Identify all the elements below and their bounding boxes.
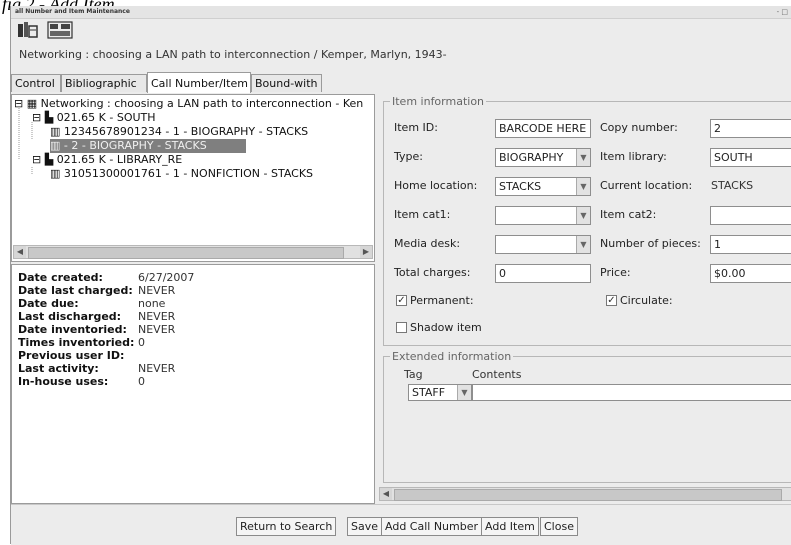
tag-select[interactable]: STAFF ▼ bbox=[408, 384, 472, 401]
shadow-item-label: Shadow item bbox=[410, 321, 482, 334]
copy-number-label: Copy number: bbox=[600, 121, 678, 134]
detail-row: Date created: 6/27/2007 bbox=[18, 271, 195, 284]
tree-node-title[interactable]: ⊟ ▦ Networking : choosing a LAN path to … bbox=[14, 97, 363, 111]
shelf-icon: ▙ bbox=[44, 153, 54, 166]
tree-node-item[interactable]: ▥ 12345678901234 - 1 - BIOGRAPHY - STACK… bbox=[50, 125, 308, 139]
detail-row: Date due: none bbox=[18, 297, 166, 310]
collapse-toggle-icon[interactable]: ⊟ bbox=[14, 97, 23, 110]
tree-node-callnumber[interactable]: ⊟ ▙ 021.65 K - LIBRARY_RE bbox=[32, 153, 182, 167]
type-label: Type: bbox=[394, 150, 423, 163]
item-information-group: Item information Item ID: BARCODE HERE C… bbox=[383, 95, 791, 346]
detail-row: Previous user ID: bbox=[18, 349, 125, 362]
book-icon: ▦ bbox=[26, 97, 38, 110]
add-call-number-button[interactable]: Add Call Number bbox=[381, 517, 483, 536]
tag-column-header: Tag bbox=[404, 368, 423, 381]
home-location-select[interactable]: STACKS ▼ bbox=[495, 177, 591, 196]
current-location-label: Current location: bbox=[600, 179, 693, 192]
detail-row: Last discharged: NEVER bbox=[18, 310, 176, 323]
circulate-label: Circulate: bbox=[620, 294, 673, 307]
item-library-field[interactable]: SOUTH bbox=[710, 148, 791, 167]
contents-field[interactable] bbox=[472, 384, 791, 401]
copy-number-field[interactable]: 2 bbox=[710, 119, 791, 138]
add-item-button[interactable]: Add Item bbox=[481, 517, 539, 536]
contents-column-header: Contents bbox=[472, 368, 522, 381]
chevron-down-icon[interactable]: ▼ bbox=[457, 385, 471, 400]
tab-call-number-item[interactable]: Call Number/Item bbox=[147, 72, 251, 93]
home-location-label: Home location: bbox=[394, 179, 478, 192]
return-to-search-button[interactable]: Return to Search bbox=[236, 517, 337, 536]
chevron-down-icon[interactable]: ▼ bbox=[576, 236, 590, 253]
tree-node-item-selected[interactable]: ▥ - 2 - BIOGRAPHY - STACKS bbox=[50, 139, 246, 153]
scroll-left-arrow-icon[interactable]: ◀ bbox=[14, 246, 26, 258]
detail-row: In-house uses: 0 bbox=[18, 375, 145, 388]
item-cat2-field[interactable] bbox=[710, 206, 791, 225]
maintenance-window: all Number and Item Maintenance - □ Netw… bbox=[10, 6, 791, 545]
chevron-down-icon[interactable]: ▼ bbox=[576, 149, 590, 166]
window-title: all Number and Item Maintenance bbox=[15, 8, 130, 15]
pieces-label: Number of pieces: bbox=[600, 237, 701, 250]
item-id-field[interactable]: BARCODE HERE bbox=[495, 119, 591, 138]
barcode-icon: ▥ bbox=[50, 125, 61, 138]
pieces-field[interactable]: 1 bbox=[710, 235, 791, 254]
circulate-checkbox[interactable]: ✓ bbox=[606, 295, 617, 306]
tab-control[interactable]: Control bbox=[11, 74, 61, 92]
media-desk-select[interactable]: ▼ bbox=[495, 235, 591, 254]
tree-node-callnumber[interactable]: ⊟ ▙ 021.65 K - SOUTH bbox=[32, 111, 156, 125]
chevron-down-icon[interactable]: ▼ bbox=[576, 178, 590, 195]
detail-row: Date inventoried: NEVER bbox=[18, 323, 176, 336]
tab-bibliographic[interactable]: Bibliographic bbox=[61, 74, 147, 92]
price-label: Price: bbox=[600, 266, 631, 279]
type-select[interactable]: BIOGRAPHY ▼ bbox=[495, 148, 591, 167]
price-field[interactable]: $0.00 bbox=[710, 264, 791, 283]
barcode-icon: ▥ bbox=[50, 167, 61, 180]
item-form-panel: Item information Item ID: BARCODE HERE C… bbox=[375, 94, 791, 504]
tree-node-item[interactable]: ▥ 31051300001761 - 1 - NONFICTION - STAC… bbox=[50, 167, 313, 181]
item-cat1-label: Item cat1: bbox=[394, 208, 451, 221]
scroll-thumb[interactable] bbox=[394, 489, 782, 501]
barcode-icon: ▥ bbox=[50, 139, 61, 152]
title-bar: all Number and Item Maintenance - □ bbox=[11, 6, 791, 19]
total-charges-field[interactable]: 0 bbox=[495, 264, 591, 283]
permanent-label: Permanent: bbox=[410, 294, 474, 307]
record-title: Networking : choosing a LAN path to inte… bbox=[19, 48, 447, 61]
item-tool-icon[interactable] bbox=[47, 21, 73, 39]
media-desk-label: Media desk: bbox=[394, 237, 461, 250]
tab-bound-with[interactable]: Bound-with bbox=[251, 74, 322, 92]
shelf-icon: ▙ bbox=[44, 111, 54, 124]
collapse-toggle-icon[interactable]: ⊟ bbox=[32, 153, 41, 166]
extended-information-legend: Extended information bbox=[390, 350, 514, 363]
scroll-thumb[interactable] bbox=[28, 247, 344, 259]
detail-row: Times inventoried: 0 bbox=[18, 336, 145, 349]
extended-information-group: Extended information Tag Contents STAFF ▼ bbox=[383, 350, 791, 483]
scroll-left-arrow-icon[interactable]: ◀ bbox=[380, 488, 392, 500]
collapse-toggle-icon[interactable]: ⊟ bbox=[32, 111, 41, 124]
shadow-item-checkbox[interactable] bbox=[396, 322, 407, 333]
detail-row: Date last charged: NEVER bbox=[18, 284, 176, 297]
scroll-right-arrow-icon[interactable]: ▶ bbox=[360, 246, 372, 258]
item-details-panel: Date created: 6/27/2007 Date last charged… bbox=[11, 264, 375, 504]
item-id-label: Item ID: bbox=[394, 121, 438, 134]
save-button[interactable]: Save bbox=[347, 517, 383, 536]
tree-horizontal-scrollbar[interactable]: ◀ ▶ bbox=[13, 245, 373, 259]
total-charges-label: Total charges: bbox=[394, 266, 471, 279]
window-controls[interactable]: - □ bbox=[777, 6, 788, 18]
form-horizontal-scrollbar[interactable]: ◀ bbox=[379, 487, 791, 501]
chevron-down-icon[interactable]: ▼ bbox=[576, 207, 590, 224]
button-bar: Return to Search Save Add Call Number Ad… bbox=[11, 504, 791, 545]
item-information-legend: Item information bbox=[390, 95, 487, 108]
call-number-tool-icon[interactable] bbox=[17, 21, 39, 39]
current-location-value: STACKS bbox=[711, 179, 754, 192]
item-library-label: Item library: bbox=[600, 150, 667, 163]
permanent-checkbox[interactable]: ✓ bbox=[396, 295, 407, 306]
close-button[interactable]: Close bbox=[540, 517, 578, 536]
call-number-tree: ⊟ ▦ Networking : choosing a LAN path to … bbox=[11, 94, 375, 262]
item-cat1-select[interactable]: ▼ bbox=[495, 206, 591, 225]
detail-row: Last activity: NEVER bbox=[18, 362, 176, 375]
item-cat2-label: Item cat2: bbox=[600, 208, 657, 221]
